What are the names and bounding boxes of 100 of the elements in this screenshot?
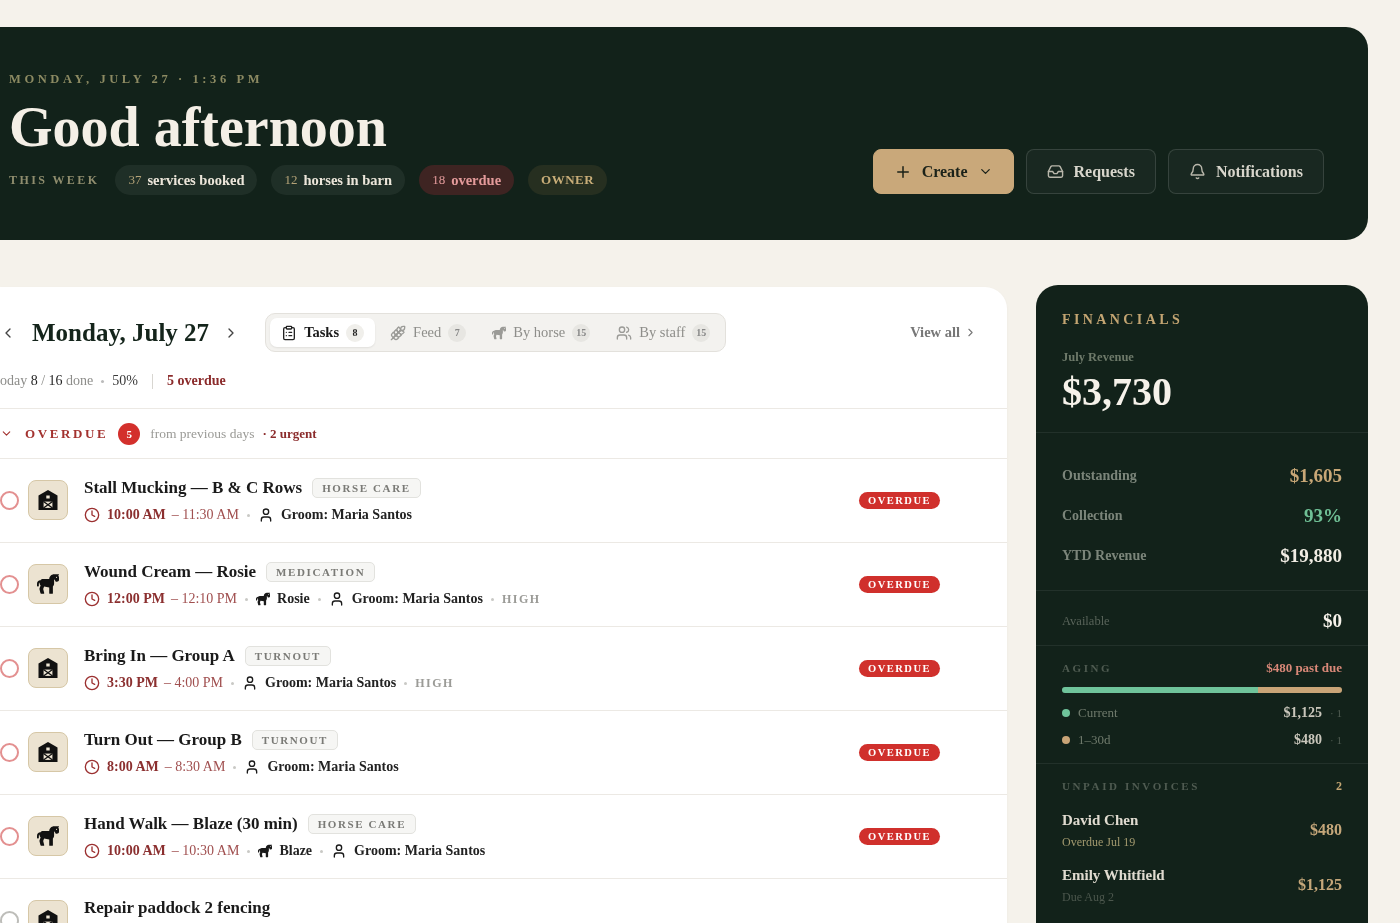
progress-text: oday 8 / 16 done [0,372,94,390]
category-tag: TURNOUT [244,646,332,666]
barn-icon [28,648,68,688]
count-badge: 5 [118,422,141,445]
status-badge: OVERDUE [859,828,940,845]
assignee: Groom: Maria Santos [267,759,399,775]
bucket-count: · 1 [1330,707,1342,719]
barn-icon [28,732,68,772]
horse-icon [258,844,273,858]
category-tag: MEDICATION [266,562,376,582]
greeting: Good afternoon [9,97,388,157]
wheat-icon [390,324,407,341]
stat-label: horses in barn [303,171,393,189]
section-title: OVERDUE [25,425,109,442]
clipboard-icon [281,324,298,341]
header-button[interactable]: Notifications [1167,149,1324,194]
horse-icon [28,564,68,604]
client-name[interactable]: David Chen [1062,810,1139,830]
task-title[interactable]: Turn Out — Group B [84,730,242,750]
task-title[interactable]: Stall Mucking — B & C Rows [84,478,303,498]
task-checkbox[interactable] [0,743,19,762]
clock-icon [84,843,100,859]
task-checkbox[interactable] [0,575,19,594]
start-time: 10:00 AM [107,843,166,859]
count-badge: 8 [346,323,365,342]
end-time: – 4:00 PM [163,675,224,691]
invoice-count: 2 [1336,778,1342,794]
task-title[interactable]: Hand Walk — Blaze (30 min) [84,814,298,834]
date-time: MONDAY, JULY 27 · 1:36 PM [9,71,265,87]
horse-icon [256,592,271,606]
category-tag: HORSE CARE [307,814,417,834]
task-title[interactable]: Wound Cream — Rosie [84,562,257,582]
stat-label: services booked [147,171,245,189]
start-time: 8:00 AM [107,759,159,775]
bucket-label: 1–30d [1078,732,1112,748]
stat-count: 18 [432,172,446,188]
count-badge: 15 [692,323,711,342]
stat-count: 12 [284,172,298,188]
inbox-icon [1046,163,1064,180]
start-time: 12:00 PM [107,591,165,607]
priority: HIGH [415,675,454,691]
task-checkbox[interactable] [0,827,19,846]
end-time: – 11:30 AM [171,507,239,523]
week-label: THIS WEEK [9,172,100,188]
invoices-title: UNPAID INVOICES [1062,780,1200,792]
bell-icon [1188,163,1206,180]
client-name[interactable]: Emily Whitfield [1062,865,1165,885]
create-button[interactable]: Create [872,149,1014,194]
bucket-amount: $1,125 [1283,705,1323,721]
start-time: 10:00 AM [107,507,166,523]
count-badge: 15 [572,323,591,342]
start-time: 3:30 PM [107,675,158,691]
revenue-value: $3,730 [1062,370,1173,414]
card-title: FINANCIALS [1062,311,1185,329]
clock-icon [84,507,100,523]
metric-label: YTD Revenue [1062,548,1147,564]
category-tag: TURNOUT [251,730,338,750]
assignee: Groom: Maria Santos [354,843,486,859]
stat-label: overdue [451,171,502,189]
metric-value: $1,605 [1289,465,1342,487]
past-due-amount: $480 past due [1266,660,1342,676]
metric-label: Collection [1062,508,1123,524]
users-icon [616,324,633,341]
metric-value: 93% [1304,505,1342,527]
end-time: – 10:30 AM [171,843,240,859]
task-title[interactable]: Bring In — Group A [84,646,235,666]
day-title: Monday, July 27 [32,318,210,347]
task-title[interactable]: Repair paddock 2 fencing [84,898,271,918]
invoice-amount: $1,125 [1298,875,1342,894]
horse-icon [492,325,507,340]
aging-title: AGING [1062,662,1113,674]
header-button[interactable]: Requests [1025,149,1156,194]
view-all-link[interactable]: View all [910,324,977,341]
overdue-count: 5 overdue [167,372,226,390]
metric-value: $0 [1323,610,1342,632]
task-checkbox[interactable] [0,491,19,510]
metric-label: Available [1062,613,1110,629]
due-note: Due Aug 2 [1062,890,1115,904]
barn-icon [28,480,68,520]
status-badge: OVERDUE [859,744,940,761]
invoice-amount: $480 [1310,820,1342,839]
status-badge: OVERDUE [859,660,940,677]
stat-count: 37 [128,172,142,188]
section-note: from previous days [150,425,255,442]
priority: HIGH [501,591,541,607]
role-badge: OWNER [528,165,608,195]
category-tag: HORSE CARE [312,478,421,498]
horse-name: Rosie [277,591,310,607]
metric-value: $19,880 [1280,545,1342,567]
revenue-label: July Revenue [1062,349,1135,365]
horse-icon [28,816,68,856]
clock-icon [84,591,100,607]
tab[interactable]: Tasks 8 [270,318,376,347]
horse-name: Blaze [279,843,313,859]
progress-percent: 50% [112,372,138,390]
due-note: Overdue Jul 19 [1062,835,1137,849]
clock-icon [84,759,100,775]
end-time: – 12:10 PM [170,591,238,607]
task-checkbox[interactable] [0,659,19,678]
bucket-amount: $480 [1294,732,1323,748]
